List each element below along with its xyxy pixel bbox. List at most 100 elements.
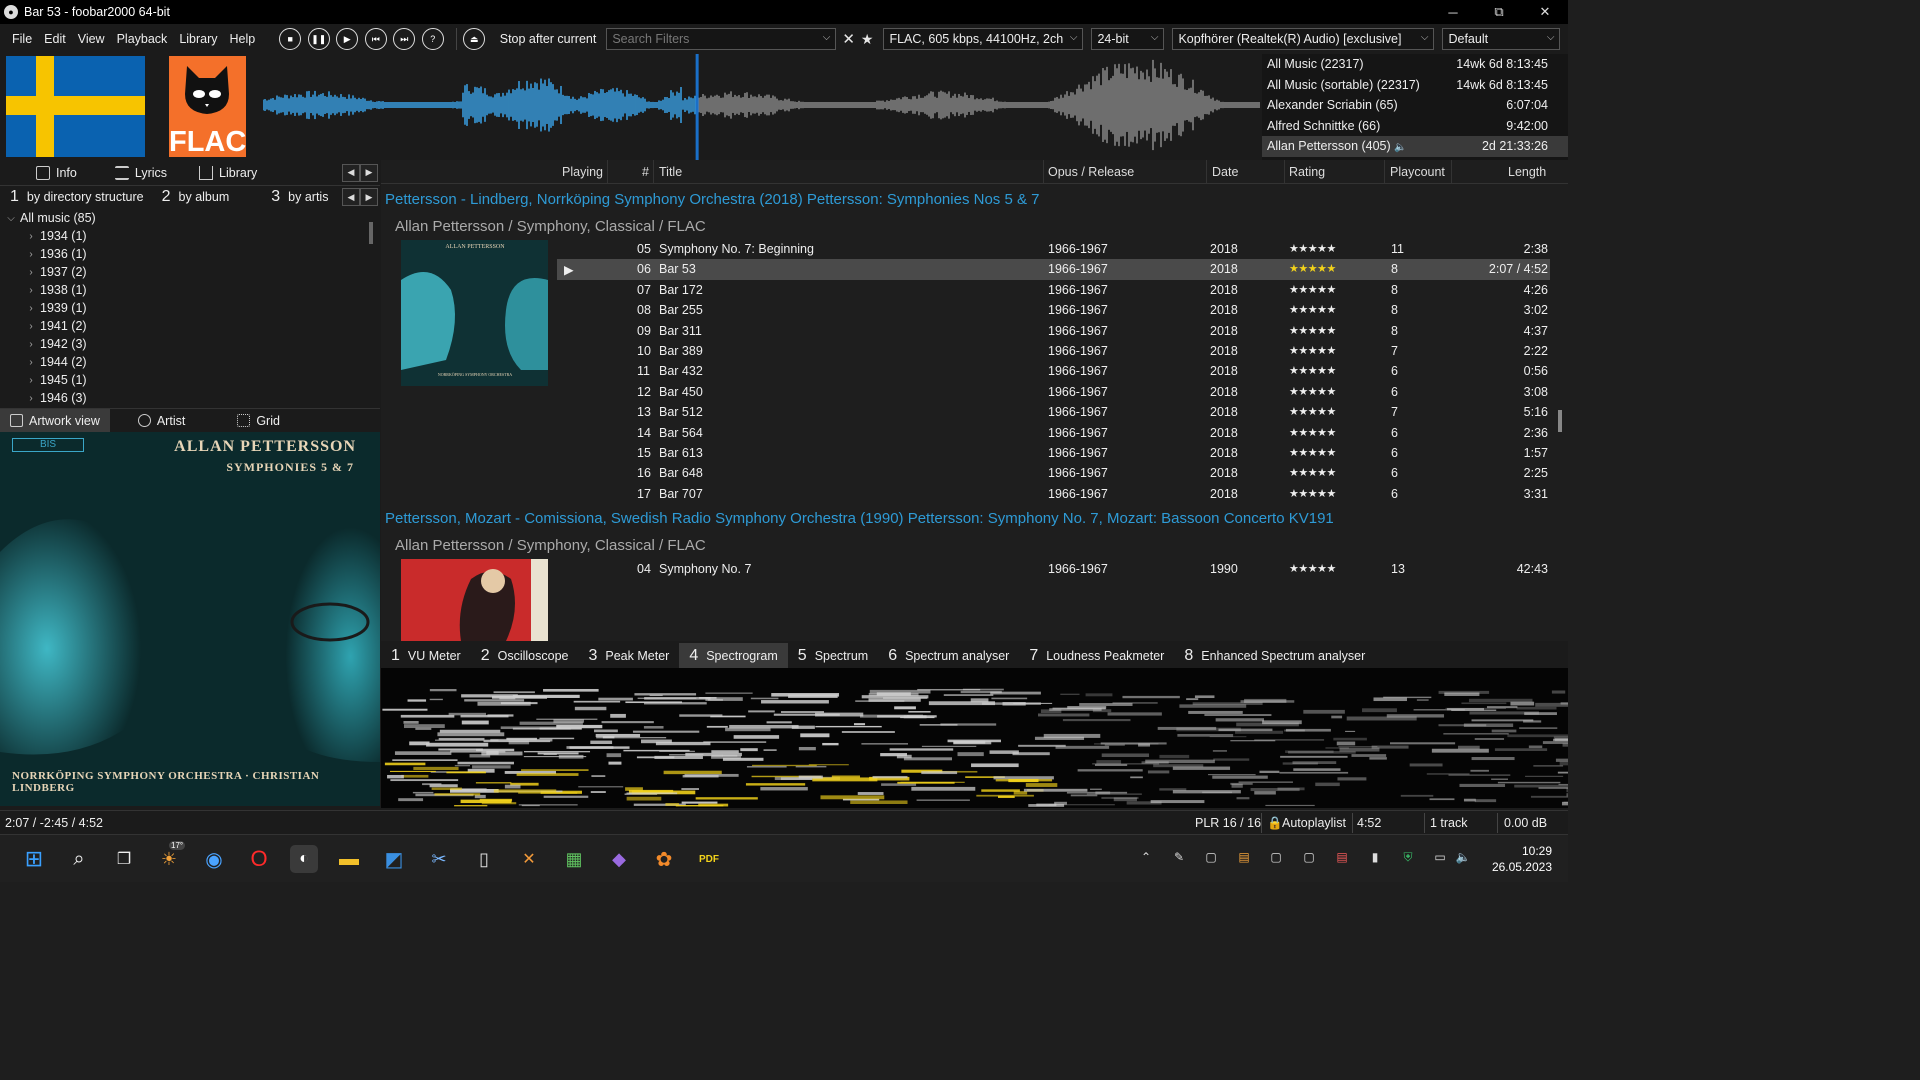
dsp-preset-select[interactable]: Default ⌵ <box>1442 28 1561 50</box>
track-row[interactable]: 07 Bar 172 1966-1967 2018 ★★★★★ 8 4:26 <box>557 280 1550 300</box>
track-row[interactable]: 13 Bar 512 1966-1967 2018 ★★★★★ 7 5:16 <box>557 402 1550 422</box>
chevron-right-icon[interactable]: › <box>24 375 38 386</box>
tab-enhanced-spectrum-analyser[interactable]: 8 Enhanced Spectrum analyser <box>1174 643 1375 668</box>
tree-item[interactable]: › 1934 (1) <box>0 227 380 245</box>
tree-item[interactable]: › 1945 (1) <box>0 371 380 389</box>
restore-button[interactable]: ⧉ <box>1476 0 1522 24</box>
track-rating[interactable]: ★★★★★ <box>1289 344 1336 357</box>
photos-icon[interactable]: ◩ <box>380 845 408 873</box>
chevron-right-icon[interactable]: › <box>24 357 38 368</box>
pdf-app-icon[interactable]: PDF <box>695 845 723 873</box>
chevron-right-icon[interactable]: › <box>24 393 38 404</box>
query-item[interactable]: Alexander Scriabin (65) 6:07:04 <box>1262 95 1568 116</box>
eject-icon[interactable]: ⏏ <box>463 28 486 50</box>
foobar2000-taskbar-icon[interactable]: ◐ <box>290 845 318 873</box>
column-rating[interactable]: Rating <box>1289 165 1325 179</box>
track-rating[interactable]: ★★★★★ <box>1289 283 1336 296</box>
tree-item[interactable]: › 1941 (2) <box>0 317 380 335</box>
tab-peak-meter[interactable]: 3 Peak Meter <box>578 643 679 668</box>
track-rating[interactable]: ★★★★★ <box>1289 562 1336 575</box>
browser-icon[interactable]: ◉ <box>200 845 228 873</box>
column-date[interactable]: Date <box>1212 165 1238 179</box>
tab-spectrum-analyser[interactable]: 6 Spectrum analyser <box>878 643 1019 668</box>
notepad-icon[interactable]: ▯ <box>470 845 498 873</box>
tab-scroll-left-icon[interactable]: ◀ <box>342 188 360 206</box>
defender-icon[interactable]: ⛨ <box>1400 849 1416 865</box>
tray-app-icon[interactable]: ▤ <box>1236 849 1252 865</box>
track-rating[interactable]: ★★★★★ <box>1289 446 1336 459</box>
star-icon[interactable]: ★ <box>861 31 874 48</box>
clear-search-icon[interactable]: ✕ <box>842 30 855 48</box>
gimp-icon[interactable]: ✿ <box>650 845 678 873</box>
snipping-tool-icon[interactable]: ✂ <box>425 845 453 873</box>
tray-app-icon[interactable]: ▢ <box>1301 849 1317 865</box>
tab-grid[interactable]: Grid <box>227 409 290 433</box>
random-icon[interactable]: ? <box>421 28 444 50</box>
tab-scroll-right-icon[interactable]: ▶ <box>360 163 378 182</box>
column-opus[interactable]: Opus / Release <box>1048 165 1134 179</box>
volume-icon[interactable]: 🔈 <box>1455 849 1471 865</box>
column-playing[interactable]: Playing <box>562 165 603 179</box>
tab-oscilloscope[interactable]: 2 Oscilloscope <box>471 643 579 668</box>
track-rating[interactable]: ★★★★★ <box>1289 364 1336 377</box>
track-row[interactable]: 05 Symphony No. 7: Beginning 1966-1967 2018… <box>557 239 1550 259</box>
close-button[interactable]: ✕ <box>1522 0 1568 24</box>
track-row[interactable]: 14 Bar 564 1966-1967 2018 ★★★★★ 6 2:36 <box>557 423 1550 443</box>
tab-vu-meter[interactable]: 1 VU Meter <box>381 643 471 668</box>
track-row[interactable]: 10 Bar 389 1966-1967 2018 ★★★★★ 7 2:22 <box>557 341 1550 361</box>
visual-studio-icon[interactable]: ◆ <box>605 845 633 873</box>
column-number[interactable]: # <box>642 165 649 179</box>
tab-artist[interactable]: Artist <box>128 409 195 433</box>
query-item[interactable]: All Music (22317) 14wk 6d 8:13:45 <box>1262 54 1568 75</box>
chevron-right-icon[interactable]: › <box>24 285 38 296</box>
menu-view[interactable]: View <box>78 32 105 46</box>
tab-artwork-view[interactable]: Artwork view <box>0 408 110 433</box>
weather-icon[interactable]: ☀ 17° <box>155 841 186 873</box>
search-filters-input[interactable]: Search Filters ⌵ <box>606 28 837 50</box>
windows-start-icon[interactable]: ⊞ <box>20 845 48 873</box>
minimize-button[interactable]: ─ <box>1430 0 1476 24</box>
chevron-right-icon[interactable]: › <box>24 249 38 260</box>
track-row[interactable]: 16 Bar 648 1966-1967 2018 ★★★★★ 6 2:25 <box>557 463 1550 483</box>
query-item[interactable]: All Music (sortable) (22317) 14wk 6d 8:13… <box>1262 75 1568 96</box>
tab-lyrics[interactable]: Lyrics <box>109 160 173 186</box>
track-row[interactable]: 15 Bar 613 1966-1967 2018 ★★★★★ 6 1:57 <box>557 443 1550 463</box>
track-row[interactable]: 09 Bar 311 1966-1967 2018 ★★★★★ 8 4:37 <box>557 321 1550 341</box>
column-playcount[interactable]: Playcount <box>1390 165 1445 179</box>
tab-spectrogram[interactable]: 4 Spectrogram <box>679 643 788 668</box>
network-icon[interactable]: ▭ <box>1432 849 1448 865</box>
track-rating[interactable]: ★★★★★ <box>1289 242 1336 255</box>
tab-info[interactable]: Info <box>30 160 83 186</box>
track-row[interactable]: 08 Bar 255 1966-1967 2018 ★★★★★ 8 3:02 <box>557 300 1550 320</box>
opera-icon[interactable]: O <box>245 845 273 873</box>
tree-item[interactable]: › 1944 (2) <box>0 353 380 371</box>
tree-scrollbar[interactable] <box>369 222 373 244</box>
track-row-playing[interactable]: ▶ 06 Bar 53 1966-1967 2018 ★★★★★ 8 2:07 / 4:52 <box>557 259 1550 280</box>
menu-playback[interactable]: Playback <box>117 32 168 46</box>
waveform-seekbar[interactable] <box>263 54 1261 160</box>
pause-icon[interactable]: ❚❚ <box>307 28 330 50</box>
column-length[interactable]: Length <box>1508 165 1546 179</box>
menu-library[interactable]: Library <box>179 32 217 46</box>
chevron-right-icon[interactable]: › <box>24 231 38 242</box>
query-item[interactable]: Alfred Schnittke (66) 9:42:00 <box>1262 116 1568 137</box>
tab-scroll-right-icon[interactable]: ▶ <box>360 188 378 206</box>
taskbar-clock[interactable]: 10:29 26.05.2023 <box>1492 843 1552 875</box>
stop-icon[interactable]: ■ <box>279 28 302 50</box>
playlist-scrollbar[interactable] <box>1558 410 1562 432</box>
chart-app-icon[interactable]: ▦ <box>560 845 588 873</box>
column-title[interactable]: Title <box>659 165 682 179</box>
track-rating[interactable]: ★★★★★ <box>1289 466 1336 479</box>
search-icon[interactable]: ⌕ <box>65 845 93 873</box>
previous-icon[interactable]: ⏮ <box>364 28 387 50</box>
menu-edit[interactable]: Edit <box>44 32 66 46</box>
tab-library[interactable]: Library <box>193 160 263 186</box>
chevron-right-icon[interactable]: › <box>24 321 38 332</box>
track-rating[interactable]: ★★★★★ <box>1289 405 1336 418</box>
pen-icon[interactable]: ✎ <box>1171 849 1187 865</box>
query-item-selected[interactable]: Allan Pettersson (405) 🔈 2d 21:33:26 <box>1262 136 1568 157</box>
task-view-icon[interactable]: ❐ <box>110 845 138 873</box>
album-group-header[interactable]: Pettersson - Lindberg, Norrköping Sympho… <box>385 191 1040 208</box>
track-row[interactable]: 04 Symphony No. 7 1966-1967 1990 ★★★★★ 13 42:4… <box>557 559 1550 579</box>
tab-scroll-left-icon[interactable]: ◀ <box>342 163 360 182</box>
